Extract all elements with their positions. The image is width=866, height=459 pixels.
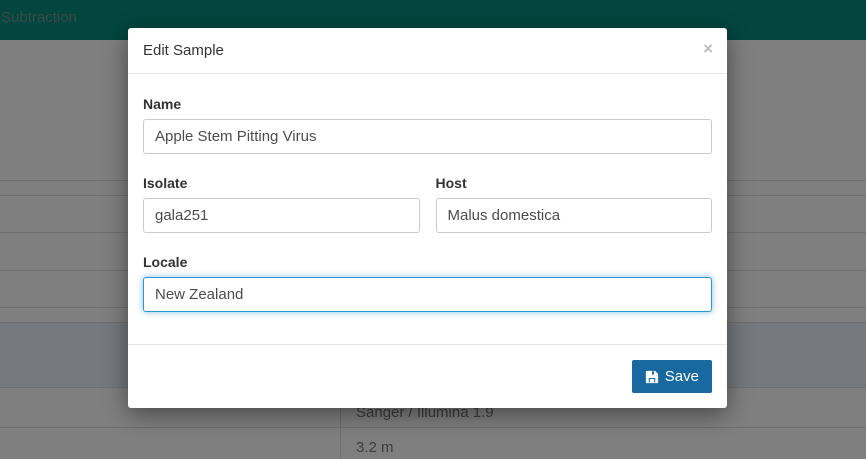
modal-body: Name Isolate Host Locale (128, 74, 727, 344)
name-field-group: Name (143, 96, 712, 154)
modal-footer: Save (128, 344, 727, 408)
edit-sample-modal: Edit Sample × Name Isolate Host Locale (128, 28, 727, 408)
isolate-label: Isolate (143, 175, 420, 191)
host-field-group: Host (436, 175, 713, 233)
locale-label: Locale (143, 254, 712, 270)
locale-input[interactable] (143, 277, 712, 312)
floppy-save-icon (645, 370, 659, 384)
app-screen: Subtraction Sanger / Illumina 1.9 3.2 m … (0, 0, 866, 459)
nav-item-subtraction[interactable]: Subtraction (0, 0, 77, 36)
modal-title: Edit Sample (143, 42, 224, 59)
name-label: Name (143, 96, 712, 112)
table-row-length: 3.2 m (0, 427, 866, 459)
host-input[interactable] (436, 198, 713, 233)
save-button-label: Save (665, 368, 699, 385)
host-label: Host (436, 175, 713, 191)
name-input[interactable] (143, 119, 712, 154)
locale-field-group: Locale (143, 254, 712, 312)
isolate-host-row: Isolate Host (143, 175, 712, 233)
save-button[interactable]: Save (632, 360, 712, 393)
isolate-input[interactable] (143, 198, 420, 233)
close-icon[interactable]: × (703, 40, 713, 57)
isolate-field-group: Isolate (143, 175, 420, 233)
modal-header: Edit Sample × (128, 28, 727, 74)
